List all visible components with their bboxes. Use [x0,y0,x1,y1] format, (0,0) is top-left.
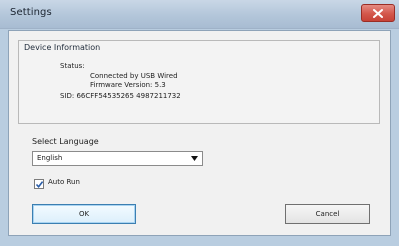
cancel-button[interactable]: Cancel [285,204,370,224]
language-select[interactable]: English [32,151,203,166]
settings-window: Settings Device Information Status: Conn… [0,0,399,246]
firmware-version: Firmware Version: 5.3 [90,81,166,89]
device-info-group [18,40,380,124]
title-bar[interactable]: Settings [0,0,399,29]
status-label: Status: [60,62,85,70]
language-selected-value: English [37,154,63,162]
device-info-heading: Device Information [24,43,101,52]
chevron-down-icon[interactable] [188,153,200,164]
auto-run-label[interactable]: Auto Run [48,178,80,186]
sid-value: SID: 66CFF54535265 4987211732 [60,92,181,100]
close-icon [373,8,383,18]
window-title: Settings [10,7,52,18]
connection-status: Connected by USB Wired [90,72,178,80]
checkmark-icon [35,181,44,189]
ok-button[interactable]: OK [32,204,136,224]
auto-run-checkbox[interactable] [34,179,44,189]
language-label: Select Language [32,137,99,146]
close-button[interactable] [361,4,395,22]
